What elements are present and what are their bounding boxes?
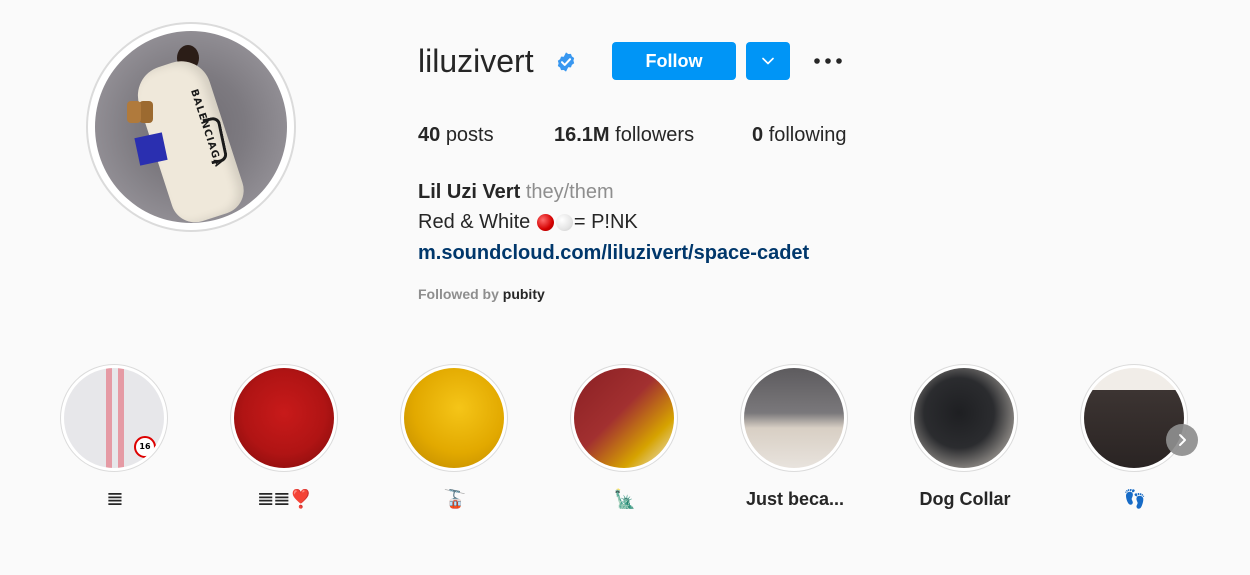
- highlight-label: Just beca...: [745, 489, 845, 509]
- highlight-label: 🚡: [443, 489, 467, 509]
- avatar-photo-bag: [134, 132, 168, 166]
- pronouns-text: they/them: [525, 181, 614, 203]
- followed-by-user: pubity: [502, 286, 545, 302]
- highlight-cover-ring: [230, 364, 338, 472]
- following-count-value: 0: [752, 124, 764, 146]
- highlight-label: 𝌆𝌆❣️: [257, 489, 313, 509]
- highlight-cover-image: [574, 368, 674, 468]
- profile-bio: Red & White = P!NK: [418, 210, 638, 234]
- white-circle-emoji-icon: [555, 213, 573, 231]
- chevron-right-icon: [1179, 434, 1186, 446]
- highlight-cover-image: [1084, 368, 1184, 468]
- bio-suffix: = P!NK: [573, 211, 638, 233]
- highlight-label: Dog Collar: [919, 489, 1011, 509]
- full-name-text: Lil Uzi Vert: [418, 181, 521, 203]
- story-highlight[interactable]: 👣: [1080, 364, 1190, 509]
- profile-full-name: Lil Uzi Vert they/them: [418, 180, 614, 204]
- followers-count-label: followers: [615, 124, 695, 146]
- story-highlight[interactable]: 🗽: [570, 364, 680, 509]
- profile-avatar[interactable]: BALENCIAGA: [86, 22, 296, 232]
- chevron-down-icon: [762, 57, 774, 65]
- more-options-icon: [814, 58, 842, 64]
- highlight-cover-image: 16: [64, 368, 164, 468]
- verified-badge-icon: [557, 52, 575, 72]
- highlight-cover-image: [404, 368, 504, 468]
- avatar-photo: BALENCIAGA: [95, 31, 287, 223]
- highlight-label: 🗽: [613, 489, 637, 509]
- following-link[interactable]: 0 following: [752, 122, 847, 148]
- highlight-cover-ring: 16: [60, 364, 168, 472]
- highlight-cover-ring: [910, 364, 1018, 472]
- highlight-cover-ring: [1080, 364, 1188, 472]
- followers-count-value: 16.1M: [554, 124, 610, 146]
- story-highlight[interactable]: Just beca...: [740, 364, 850, 509]
- highlight-cover-image: [744, 368, 844, 468]
- profile-username: liluzivert: [418, 43, 534, 79]
- highlight-label: 𝌆: [106, 489, 124, 509]
- story-highlight[interactable]: 16 𝌆: [60, 364, 170, 509]
- following-count-label: following: [768, 124, 847, 146]
- avatar-photo-boots: [127, 101, 141, 123]
- highlight-cover-ring: [400, 364, 508, 472]
- red-circle-emoji-icon: [536, 213, 554, 231]
- story-highlight[interactable]: Dog Collar: [910, 364, 1020, 509]
- more-options-button[interactable]: [808, 46, 848, 76]
- posts-count: 40 posts: [418, 122, 494, 148]
- highlight-cover-ring: [740, 364, 848, 472]
- highlight-cover-image: [234, 368, 334, 468]
- highlight-cover-ring: [570, 364, 678, 472]
- highlight-cover-image: [914, 368, 1014, 468]
- posts-count-value: 40: [418, 124, 441, 146]
- story-highlight[interactable]: 🚡: [400, 364, 510, 509]
- suggested-accounts-button[interactable]: [746, 42, 790, 80]
- story-highlight[interactable]: 𝌆𝌆❣️: [230, 364, 340, 509]
- posts-count-label: posts: [445, 124, 494, 146]
- bio-prefix: Red & White: [418, 211, 536, 233]
- highlights-next-button[interactable]: [1166, 424, 1198, 456]
- followed-by-label: Followed by: [418, 286, 499, 302]
- followed-by[interactable]: Followed by pubity: [418, 285, 545, 303]
- followers-link[interactable]: 16.1M followers: [554, 122, 694, 148]
- speed-sign-badge: 16: [134, 436, 156, 458]
- follow-button[interactable]: Follow: [612, 42, 736, 80]
- highlight-label: 👣: [1123, 489, 1147, 509]
- profile-website-link[interactable]: m.soundcloud.com/liluzivert/space-cadet: [418, 241, 809, 265]
